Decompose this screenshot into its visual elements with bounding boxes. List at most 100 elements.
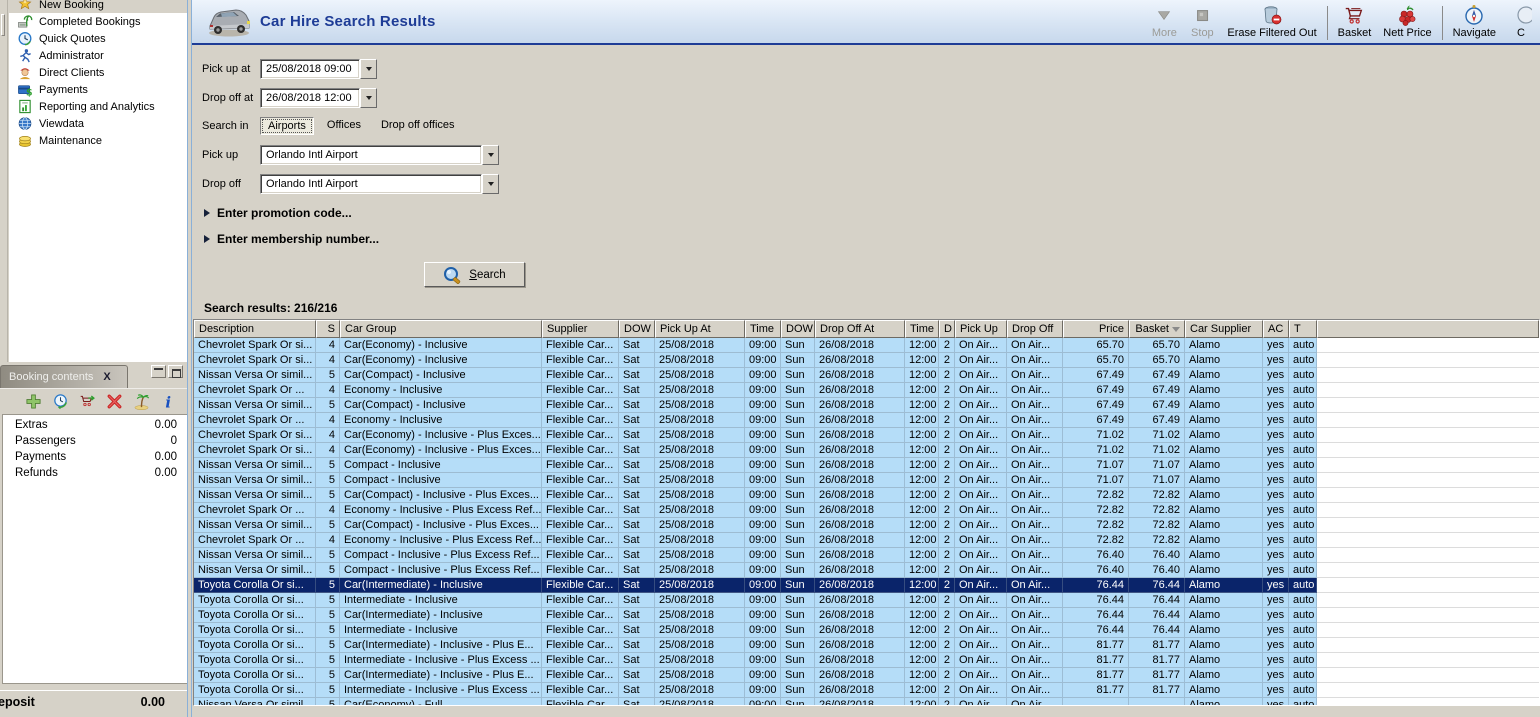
quote-clock-button[interactable] xyxy=(51,393,69,411)
navigate-toolbar-button[interactable]: Navigate xyxy=(1447,5,1502,39)
table-row[interactable]: Nissan Versa Or simil... 5 Car(Compact) - … xyxy=(194,368,1539,383)
table-row[interactable]: Toyota Corolla Or si... 5 Intermediate - I… xyxy=(194,623,1539,638)
table-row[interactable]: Nissan Versa Or simil... 5 Compact - Inclu… xyxy=(194,458,1539,473)
cell-time: 09:00 xyxy=(745,548,781,563)
table-row[interactable]: Nissan Versa Or simil... 5 Compact - Inclu… xyxy=(194,563,1539,578)
cell-supplier: Flexible Car... xyxy=(542,503,619,518)
pickup-location-value[interactable]: Orlando Intl Airport xyxy=(260,145,482,165)
table-row[interactable]: Nissan Versa Or simil... 5 Car(Compact) - … xyxy=(194,488,1539,503)
table-row[interactable]: Chevrolet Spark Or si... 4 Car(Economy) - … xyxy=(194,338,1539,353)
close-icon[interactable]: X xyxy=(103,371,110,383)
dropoff-at-value[interactable]: 26/08/2018 12:00 xyxy=(260,88,360,108)
column-header-car-supplier[interactable]: Car Supplier xyxy=(1185,320,1263,338)
cell-pick-up-at: 25/08/2018 xyxy=(655,473,745,488)
table-row[interactable]: Toyota Corolla Or si... 5 Car(Intermediate… xyxy=(194,668,1539,683)
sidebar-item-payments[interactable]: $ Payments xyxy=(9,81,187,98)
table-row[interactable]: Nissan Versa Or simil... 5 Car(Economy) - … xyxy=(194,698,1539,705)
table-row[interactable]: Nissan Versa Or simil... 5 Compact - Inclu… xyxy=(194,548,1539,563)
column-header-pick-up[interactable]: Pick Up xyxy=(955,320,1007,338)
info-button[interactable]: i xyxy=(159,393,177,411)
column-header-t[interactable]: T xyxy=(1289,320,1317,338)
table-row[interactable]: Toyota Corolla Or si... 5 Intermediate - I… xyxy=(194,683,1539,698)
tab-offices[interactable]: Offices xyxy=(320,117,368,135)
table-row[interactable]: Toyota Corolla Or si... 5 Car(Intermediate… xyxy=(194,608,1539,623)
tab-drop-off-offices[interactable]: Drop off offices xyxy=(374,117,462,135)
column-header-drop-off-at[interactable]: Drop Off At xyxy=(815,320,905,338)
cell-basket: 76.44 xyxy=(1129,623,1185,638)
column-header-s[interactable]: S xyxy=(316,320,340,338)
table-row[interactable]: Nissan Versa Or simil... 5 Compact - Inclu… xyxy=(194,473,1539,488)
cell-supplier: Flexible Car... xyxy=(542,443,619,458)
table-row[interactable]: Chevrolet Spark Or si... 4 Car(Economy) - … xyxy=(194,353,1539,368)
cell-basket: 72.82 xyxy=(1129,488,1185,503)
table-row[interactable]: Chevrolet Spark Or ... 4 Economy - Inclusi… xyxy=(194,503,1539,518)
column-header-description[interactable]: Description xyxy=(194,320,316,338)
dock-handle[interactable] xyxy=(1,14,5,36)
table-row[interactable]: Toyota Corolla Or si... 5 Car(Intermediate… xyxy=(194,578,1539,593)
pickup-location-dropdown-button[interactable] xyxy=(482,145,499,165)
add-button[interactable] xyxy=(24,393,42,411)
column-header-d[interactable]: D xyxy=(939,320,955,338)
column-header-price[interactable]: Price xyxy=(1063,320,1129,338)
pickup-at-combobox[interactable]: 25/08/2018 09:00 xyxy=(260,59,377,79)
table-row[interactable]: Chevrolet Spark Or ... 4 Economy - Inclusi… xyxy=(194,383,1539,398)
table-row[interactable]: Nissan Versa Or simil... 5 Car(Compact) - … xyxy=(194,398,1539,413)
table-header-row: Description S Car Group Supplier DOW Pick Up … xyxy=(194,320,1539,338)
table-row[interactable]: Toyota Corolla Or si... 5 Intermediate - I… xyxy=(194,593,1539,608)
tab-airports[interactable]: Airports xyxy=(260,117,314,135)
column-header-drop-off[interactable]: Drop Off xyxy=(1007,320,1063,338)
table-row[interactable]: Nissan Versa Or simil... 5 Car(Compact) - … xyxy=(194,518,1539,533)
column-header-time[interactable]: Time xyxy=(745,320,781,338)
cell-s: 4 xyxy=(316,383,340,398)
table-row[interactable]: Chevrolet Spark Or ... 4 Economy - Inclusi… xyxy=(194,533,1539,548)
sidebar-item-reporting-and-analytics[interactable]: Reporting and Analytics xyxy=(9,98,187,115)
sidebar-item-quick-quotes[interactable]: Quick Quotes xyxy=(9,30,187,47)
reporting-icon xyxy=(17,99,34,114)
column-header-supplier[interactable]: Supplier xyxy=(542,320,619,338)
extras-palm-button[interactable] xyxy=(132,393,150,411)
column-header-basket[interactable]: Basket xyxy=(1129,320,1185,338)
dropoff-at-combobox[interactable]: 26/08/2018 12:00 xyxy=(260,88,377,108)
cell-drop-off-at: 26/08/2018 xyxy=(815,578,905,593)
sidebar-item-maintenance[interactable]: Maintenance xyxy=(9,132,187,149)
sidebar-item-viewdata[interactable]: Viewdata xyxy=(9,115,187,132)
sidebar-item-completed-bookings[interactable]: Completed Bookings xyxy=(9,13,187,30)
booking-contents-tab[interactable]: Booking contents X xyxy=(0,365,128,388)
minimize-button[interactable] xyxy=(151,365,166,378)
table-row[interactable]: Chevrolet Spark Or ... 4 Economy - Inclusi… xyxy=(194,413,1539,428)
pickup-at-value[interactable]: 25/08/2018 09:00 xyxy=(260,59,360,79)
search-button[interactable]: Search xyxy=(424,262,525,287)
erase-filtered-out-toolbar-button[interactable]: Erase Filtered Out xyxy=(1221,5,1322,39)
nett-price-toolbar-button[interactable]: Nett Price xyxy=(1377,5,1437,39)
column-header-dow[interactable]: DOW xyxy=(619,320,655,338)
membership-number-expander[interactable]: Enter membership number... xyxy=(204,232,1540,246)
sidebar-item-new-booking[interactable]: New Booking xyxy=(9,0,187,13)
dropoff-at-dropdown-button[interactable] xyxy=(360,88,377,108)
promotion-code-expander[interactable]: Enter promotion code... xyxy=(204,206,1540,220)
table-row[interactable]: Toyota Corolla Or si... 5 Car(Intermediate… xyxy=(194,638,1539,653)
dropoff-location-dropdown-button[interactable] xyxy=(482,174,499,194)
dropoff-location-combobox[interactable]: Orlando Intl Airport xyxy=(260,174,499,194)
restore-button[interactable] xyxy=(168,365,183,378)
column-header-pick-up-at[interactable]: Pick Up At xyxy=(655,320,745,338)
cell-pick-up: On Air... xyxy=(955,443,1007,458)
column-header-dow[interactable]: DOW xyxy=(781,320,815,338)
delete-button[interactable] xyxy=(105,393,123,411)
sidebar-item-direct-clients[interactable]: Direct Clients xyxy=(9,64,187,81)
dropoff-location-value[interactable]: Orlando Intl Airport xyxy=(260,174,482,194)
pickup-at-dropdown-button[interactable] xyxy=(360,59,377,79)
sidebar-item-administrator[interactable]: Administrator xyxy=(9,47,187,64)
column-header-ac[interactable]: AC xyxy=(1263,320,1289,338)
cart-transfer-button[interactable] xyxy=(78,393,96,411)
column-header-car-group[interactable]: Car Group xyxy=(340,320,542,338)
table-body: Chevrolet Spark Or si... 4 Car(Economy) - … xyxy=(194,338,1539,698)
cell-price: 71.02 xyxy=(1063,428,1129,443)
table-row[interactable]: Chevrolet Spark Or si... 4 Car(Economy) - … xyxy=(194,428,1539,443)
c-toolbar-button[interactable]: C xyxy=(1502,5,1540,39)
table-row[interactable]: Toyota Corolla Or si... 5 Intermediate - I… xyxy=(194,653,1539,668)
table-row[interactable]: Chevrolet Spark Or si... 4 Car(Economy) - … xyxy=(194,443,1539,458)
pickup-location-combobox[interactable]: Orlando Intl Airport xyxy=(260,145,499,165)
basket-toolbar-button[interactable]: Basket xyxy=(1332,5,1378,39)
column-header-time[interactable]: Time xyxy=(905,320,939,338)
cell-dow2: Sun xyxy=(781,533,815,548)
